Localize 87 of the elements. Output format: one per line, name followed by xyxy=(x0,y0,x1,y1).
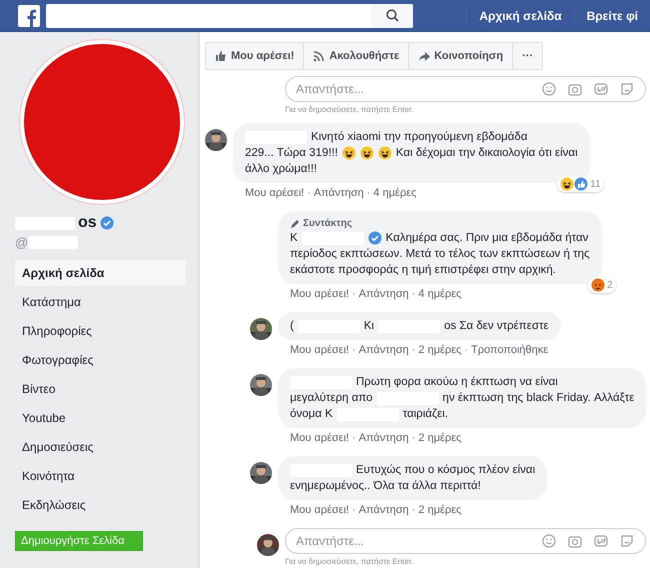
comment-text: Ευτυχώς που ο κόσμος πλέον είναι xyxy=(356,463,536,478)
comment-text: Και δέχομαι την δικαιολογία ότι είναι xyxy=(396,146,578,161)
sidebar-item[interactable]: Κατάστημα xyxy=(15,289,186,315)
sidebar-item[interactable]: Εκδηλώσεις xyxy=(15,492,186,518)
comment-text: Πρωτη φορα ακούω η έκπτωση να είναι xyxy=(356,375,558,390)
comment-text: Κ xyxy=(290,231,298,246)
comment-action-link[interactable]: Απάντηση xyxy=(358,288,409,300)
smiley-icon[interactable] xyxy=(542,534,556,548)
smiley-icon[interactable] xyxy=(542,82,556,96)
reply-field[interactable]: Απαντήστε... xyxy=(285,528,646,554)
separator-dot: · xyxy=(464,344,468,356)
separator-dot: · xyxy=(366,187,370,199)
separator-dot: · xyxy=(352,504,356,516)
sidebar-item[interactable]: Αρχική σελίδα xyxy=(15,260,186,286)
comment-text: όνομα Κ xyxy=(290,407,333,422)
comment-text: os Σα δεν ντρέπεστε xyxy=(444,319,549,334)
reactions-badge[interactable]: 11 xyxy=(557,176,604,192)
comment-action-link[interactable]: Μου αρέσει! xyxy=(290,344,350,356)
separator-dot: · xyxy=(352,432,356,444)
logo-icon[interactable] xyxy=(18,4,40,26)
comment-text: ην έκπτωση της black Friday. Αλλάξτε xyxy=(442,391,634,406)
separator-dot: · xyxy=(412,432,416,444)
comment-action-link[interactable]: Απάντηση xyxy=(314,187,364,199)
laughing-emoji-icon xyxy=(342,146,356,160)
rss-icon xyxy=(313,50,326,62)
comment-action-link[interactable]: 2 ημέρες xyxy=(418,432,462,444)
comment-text: Κι xyxy=(364,319,374,334)
haha-reaction-icon xyxy=(560,177,574,191)
comment-text: Καλημέρα σας. Πριν μια εβδομάδα ήταν xyxy=(386,231,588,246)
comment-action-link[interactable]: Τροποποιήθηκε xyxy=(471,344,548,356)
page-handle: @ xyxy=(15,235,28,250)
comment-text: άλλο χρώμα!!! xyxy=(245,162,317,177)
sidebar-item[interactable]: Κοινότητα xyxy=(15,463,186,489)
nav-link[interactable]: Βρείτε φί xyxy=(574,8,650,22)
comment-action-link[interactable]: 2 ημέρες xyxy=(418,504,462,516)
comment-text: ενημερωμένος.. Όλα τα άλλα περιττά! xyxy=(290,479,481,494)
comment-action-link[interactable]: 2 ημέρες xyxy=(418,344,462,356)
sidebar-item[interactable]: Youtube xyxy=(15,405,186,431)
separator-dot: · xyxy=(307,187,311,199)
page-action-button[interactable]: Μου αρέσει! xyxy=(206,43,304,69)
sidebar-item[interactable]: Βίντεο xyxy=(15,376,186,402)
comment-action-link[interactable]: 4 ημέρες xyxy=(373,187,416,199)
thumbs-up-icon xyxy=(215,50,227,62)
comment-text: ( xyxy=(290,319,294,334)
comment-action-link[interactable]: Απάντηση xyxy=(358,504,409,516)
comment-text: 229... Τώρα 319!!! xyxy=(245,146,338,161)
search-field[interactable] xyxy=(46,4,413,28)
laughing-emoji-icon xyxy=(378,146,392,160)
comment-text: μεγαλύτερη απο xyxy=(290,391,373,406)
gif-icon[interactable] xyxy=(594,534,608,548)
comment-text: Κινητό xiaomi την προηγούμενη εβδομάδα xyxy=(311,130,528,145)
comment-action-link[interactable]: Απάντηση xyxy=(358,344,409,356)
separator-dot: · xyxy=(352,288,356,300)
page-name: os xyxy=(78,214,97,232)
like-reaction-icon xyxy=(574,177,588,191)
sidebar-item[interactable]: Δημοσιεύσεις xyxy=(15,434,186,460)
reply-field[interactable]: Απαντήστε... xyxy=(285,76,646,102)
comment-action-link[interactable]: Μου αρέσει! xyxy=(290,288,350,300)
angry-reaction-icon xyxy=(591,278,606,292)
nav-link[interactable]: Αρχική σελίδα xyxy=(466,8,574,22)
share-arrow-icon xyxy=(418,50,430,62)
author-badge: Συντάκτης xyxy=(290,217,590,230)
enter-hint: Για να δημοσιεύσετε, πατήστε Enter. xyxy=(285,105,414,114)
comment-text: ταιριάζει. xyxy=(402,407,448,422)
sidebar-item[interactable]: Φωτογραφίες xyxy=(15,347,186,373)
separator-dot: · xyxy=(412,344,416,356)
comment-action-link[interactable]: Μου αρέσει! xyxy=(245,187,304,199)
sidebar-item[interactable]: Πληροφορίες xyxy=(15,318,186,344)
laughing-emoji-icon xyxy=(360,146,374,160)
camera-icon[interactable] xyxy=(568,534,582,548)
gif-icon[interactable] xyxy=(594,82,608,96)
separator-dot: · xyxy=(352,344,356,356)
comment-text: περίοδος εκπτώσεων. Μετά το τέλος των εκπτώσεων ή της xyxy=(290,247,590,262)
camera-icon[interactable] xyxy=(568,82,582,96)
enter-hint: Για να δημοσιεύσετε, πατήστε Enter. xyxy=(285,557,414,566)
reactions-badge[interactable]: 2 xyxy=(588,277,616,293)
comment-action-link[interactable]: Μου αρέσει! xyxy=(290,432,350,444)
separator-dot: · xyxy=(412,288,416,300)
verified-badge-icon xyxy=(368,231,382,245)
sticker-icon[interactable] xyxy=(620,82,634,96)
separator-dot: · xyxy=(412,504,416,516)
comment-action-link[interactable]: Απάντηση xyxy=(358,432,409,444)
sticker-icon[interactable] xyxy=(620,534,634,548)
comment-action-link[interactable]: 4 ημέρες xyxy=(418,288,462,300)
comment-text: εκάστοτε προσφοράς η τιμή επιστρέφει στην αρχική. xyxy=(290,263,556,278)
comment-action-link[interactable]: Μου αρέσει! xyxy=(290,504,350,516)
search-icon[interactable] xyxy=(386,9,398,22)
